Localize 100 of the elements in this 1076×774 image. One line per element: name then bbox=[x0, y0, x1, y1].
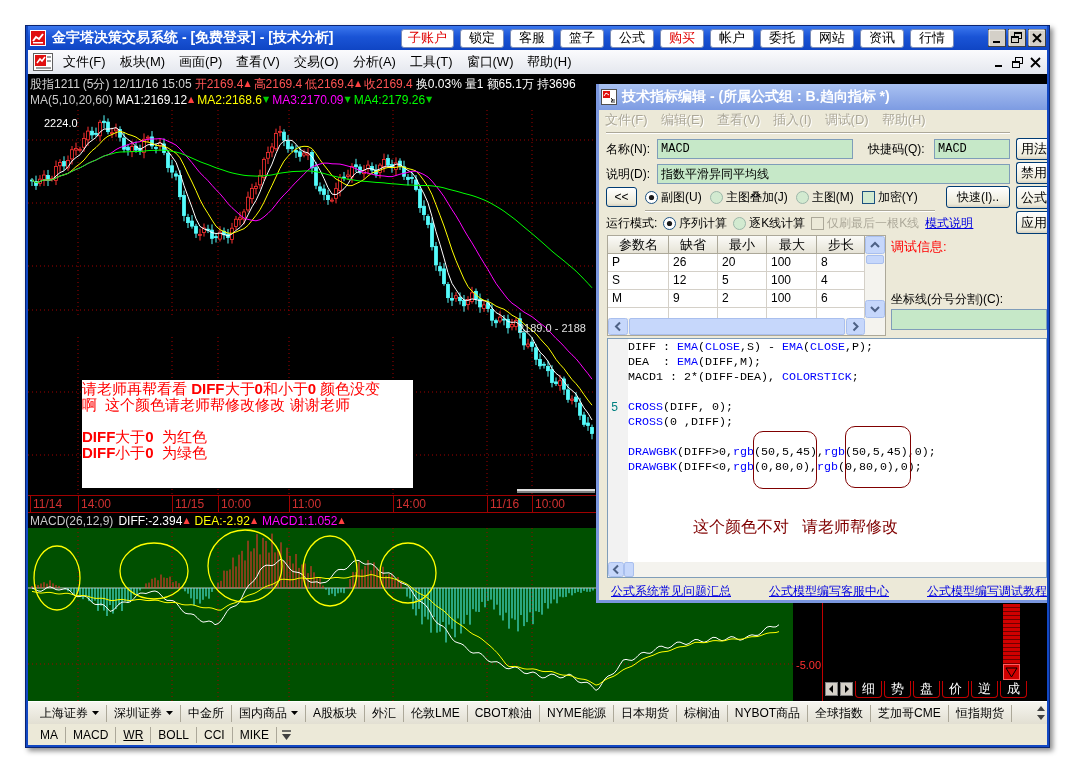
restore-icon[interactable] bbox=[1008, 29, 1026, 47]
menu-item[interactable]: 文件(F) bbox=[56, 53, 113, 71]
radio-option[interactable]: 主图(M) bbox=[795, 188, 854, 206]
side-button[interactable]: 公式 bbox=[1016, 186, 1047, 209]
toolbar-button[interactable]: 行情 bbox=[910, 28, 954, 48]
close-icon[interactable] bbox=[1028, 29, 1046, 47]
market-tab[interactable]: 棕榈油 bbox=[676, 704, 728, 722]
toolbar-button[interactable]: 委托 bbox=[760, 28, 804, 48]
menu-item[interactable]: 分析(A) bbox=[345, 53, 403, 71]
menu-item[interactable]: 板块(M) bbox=[112, 53, 173, 71]
down-triangle-icon[interactable] bbox=[1003, 664, 1020, 680]
indicator-tab[interactable]: BOLL bbox=[151, 726, 198, 743]
quick-button[interactable]: 快速(I).. bbox=[946, 186, 1010, 208]
market-tab[interactable]: 伦敦LME bbox=[404, 704, 468, 722]
radio-option[interactable]: 逐K线计算 bbox=[733, 214, 806, 232]
line-number: 5 bbox=[611, 400, 619, 415]
market-tab[interactable]: 全球指数 bbox=[808, 704, 872, 722]
table-cell: 20 bbox=[718, 254, 767, 272]
toolbar-button[interactable]: 帐户 bbox=[710, 28, 754, 48]
menu-item[interactable]: 帮助(H) bbox=[520, 53, 579, 71]
scroll-arrows-icon[interactable] bbox=[1036, 705, 1046, 721]
toolbar-button[interactable]: 公式 bbox=[610, 28, 654, 48]
market-tab[interactable]: NYME能源 bbox=[540, 704, 614, 722]
scroll-left-icon[interactable] bbox=[608, 318, 628, 335]
trend-arrow-icon: ▲ bbox=[250, 515, 258, 526]
side-tab[interactable]: 逆 bbox=[971, 680, 998, 698]
toolbar-button[interactable]: 篮子 bbox=[560, 28, 604, 48]
description-field[interactable]: 指数平滑异同平均线 bbox=[657, 164, 1010, 184]
help-link[interactable]: 公式系统常见问题汇总 bbox=[611, 583, 731, 599]
checkbox-option[interactable]: 加密(Y) bbox=[861, 188, 918, 206]
indicator-tab[interactable]: MACD bbox=[66, 726, 117, 743]
radio-option[interactable]: 序列计算 bbox=[663, 214, 728, 232]
caret-down-icon[interactable] bbox=[281, 728, 293, 741]
market-tab[interactable]: 国内商品 bbox=[232, 704, 306, 722]
menu-item[interactable]: 交易(O) bbox=[286, 53, 346, 71]
toolbar-button[interactable]: 锁定 bbox=[460, 28, 504, 48]
market-tab[interactable]: 深圳证券 bbox=[107, 704, 181, 722]
annotation-circle bbox=[379, 542, 437, 604]
market-tab[interactable]: CBOT粮油 bbox=[467, 704, 541, 722]
market-tab[interactable]: 上海证券 bbox=[33, 704, 107, 722]
side-tab[interactable]: 成 bbox=[1000, 680, 1027, 698]
market-tab[interactable]: 外汇 bbox=[365, 704, 404, 722]
column-header[interactable]: 缺省 bbox=[669, 236, 718, 254]
indicator-tab[interactable]: MA bbox=[33, 726, 66, 743]
toolbar-button[interactable]: 网站 bbox=[810, 28, 854, 48]
menu-item[interactable]: 工具(T) bbox=[402, 53, 460, 71]
column-header[interactable]: 最大 bbox=[767, 236, 817, 254]
help-link[interactable]: 公式模型编写调试教程 bbox=[927, 583, 1047, 599]
column-header[interactable]: 步长 bbox=[817, 236, 865, 254]
scrollbar-thumb[interactable] bbox=[629, 318, 845, 335]
scroll-down-icon[interactable] bbox=[865, 300, 885, 318]
menu-item[interactable]: 画面(P) bbox=[172, 53, 230, 71]
market-tab[interactable]: 恒指期货 bbox=[948, 704, 1012, 722]
minimize-icon[interactable] bbox=[988, 29, 1006, 47]
column-header[interactable]: 最小 bbox=[718, 236, 767, 254]
toolbar-button[interactable]: 购买 bbox=[660, 28, 704, 48]
help-link[interactable]: 公式模型编写客服中心 bbox=[769, 583, 889, 599]
column-header[interactable]: 参数名 bbox=[608, 236, 669, 254]
toolbar-button[interactable]: 客服 bbox=[510, 28, 554, 48]
shortcut-field[interactable]: MACD bbox=[934, 139, 1010, 159]
time-label: 10:00 bbox=[221, 497, 252, 511]
horizontal-scrollbar[interactable] bbox=[608, 318, 885, 335]
horizontal-scrollbar[interactable] bbox=[608, 562, 1046, 577]
scrollbar-thumb[interactable] bbox=[624, 562, 634, 577]
market-tab[interactable]: 芝加哥CME bbox=[871, 704, 949, 722]
axis-lines-field[interactable] bbox=[891, 309, 1047, 330]
scale-label: -5.00 bbox=[795, 659, 822, 671]
code-editor[interactable] bbox=[607, 338, 1047, 578]
toolbar-button[interactable]: 子账户 bbox=[401, 28, 454, 48]
scrollbar-thumb[interactable] bbox=[866, 255, 884, 264]
indicator-tab[interactable]: MIKE bbox=[232, 726, 278, 743]
side-tab[interactable]: 盘 bbox=[913, 680, 940, 698]
toolbar-button[interactable]: 资讯 bbox=[860, 28, 904, 48]
scroll-up-icon[interactable] bbox=[865, 236, 885, 254]
radio-option[interactable]: 主图叠加(J) bbox=[709, 188, 788, 206]
scroll-right-icon[interactable] bbox=[846, 318, 865, 335]
vertical-scrollbar[interactable] bbox=[865, 236, 885, 318]
side-button[interactable]: 用法 bbox=[1016, 138, 1047, 160]
side-tab[interactable]: 价 bbox=[942, 680, 969, 698]
radio-option[interactable]: 副图(U) bbox=[645, 188, 702, 206]
market-tab[interactable]: 中金所 bbox=[181, 704, 232, 722]
indicator-tab[interactable]: CCI bbox=[197, 726, 233, 743]
scroll-left-icon[interactable] bbox=[608, 562, 624, 577]
restore-icon[interactable] bbox=[1012, 56, 1023, 68]
mode-help-link[interactable]: 模式说明 bbox=[925, 214, 974, 232]
side-tab[interactable]: 势 bbox=[884, 680, 911, 698]
indicator-value: MACD(26,12,9) bbox=[30, 513, 114, 528]
side-button[interactable]: 禁用 bbox=[1016, 162, 1047, 184]
scroll-range-indicator[interactable] bbox=[517, 489, 595, 493]
name-field[interactable]: MACD bbox=[657, 139, 853, 159]
side-button[interactable]: 应用 bbox=[1016, 211, 1047, 234]
market-tab[interactable]: A股板块 bbox=[306, 704, 365, 722]
collapse-button[interactable]: << bbox=[606, 187, 637, 207]
menu-item[interactable]: 窗口(W) bbox=[459, 53, 521, 71]
market-tab[interactable]: 日本期货 bbox=[613, 704, 677, 722]
indicator-tab[interactable]: WR bbox=[116, 726, 152, 743]
market-tab[interactable]: NYBOT商品 bbox=[727, 704, 809, 722]
close-icon[interactable] bbox=[1030, 56, 1041, 68]
menu-item[interactable]: 查看(V) bbox=[229, 53, 287, 71]
side-tab[interactable]: 细 bbox=[855, 680, 882, 698]
